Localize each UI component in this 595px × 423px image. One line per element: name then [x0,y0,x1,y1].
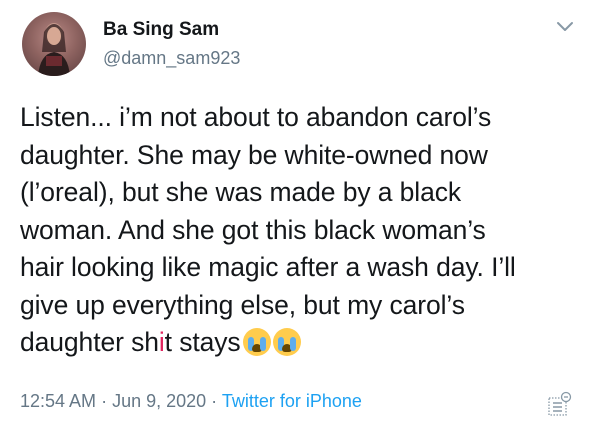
avatar-photo [38,23,70,76]
tweet-text: Listen... i’m not about to abandon carol… [20,99,580,362]
avatar[interactable] [22,12,86,76]
tweet-line: give up everything else, but my carol’s [20,289,465,320]
tweet-source-link[interactable]: Twitter for iPhone [222,391,362,411]
loudly-crying-face-icon [272,328,301,356]
display-name[interactable]: Ba Sing Sam [103,19,219,41]
tweet-text-fragment: t stays [164,327,241,357]
chevron-down-icon[interactable] [556,20,574,34]
meta-separator: · [96,391,113,411]
analytics-icon[interactable] [547,391,573,417]
tweet-line-last: daughter shit stays [20,324,580,362]
user-handle[interactable]: @damn_sam923 [103,48,240,69]
tweet-line: woman. And she got this black woman’s [20,214,486,245]
tweet-text-fragment: daughter sh [20,327,159,357]
tweet-line: daughter. She may be white-owned now [20,139,488,170]
loudly-crying-face-icon [242,328,271,356]
tweet-date[interactable]: Jun 9, 2020 [112,391,206,411]
tweet-line: (l’oreal), but she was made by a black [20,177,462,207]
tweet-time[interactable]: 12:54 AM [20,391,96,411]
tweet-line: hair looking like magic after a wash day… [20,252,516,282]
tweet-line: Listen... i’m not about to abandon carol… [20,102,492,132]
meta-separator: · [206,391,222,411]
tweet-meta: 12:54 AM · Jun 9, 2020 · Twitter for iPh… [20,391,362,412]
